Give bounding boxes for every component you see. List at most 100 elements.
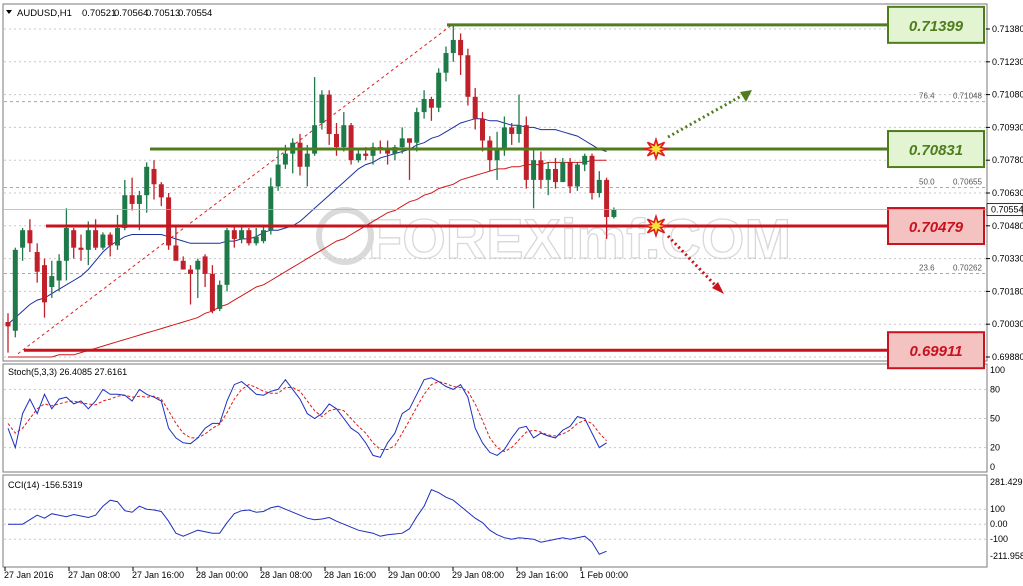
stoch-tick-label: 80 <box>990 384 1000 394</box>
candle-body <box>202 256 208 274</box>
candle-body <box>538 160 544 180</box>
candle-body <box>173 245 179 261</box>
price-tick-label: 0.71080 <box>992 90 1023 100</box>
candle-body <box>341 125 347 148</box>
candle-body <box>246 230 252 244</box>
candle-body <box>472 96 478 119</box>
candle-body <box>523 125 529 180</box>
price-tick-label: 0.70630 <box>992 188 1023 198</box>
fib-ratio-label: 50.0 <box>919 178 935 187</box>
candle-body <box>436 72 442 108</box>
candle-body <box>195 260 201 270</box>
candle-body <box>428 98 434 108</box>
candle-body <box>136 195 142 204</box>
candle-body <box>224 230 230 285</box>
price-tick-label: 0.70330 <box>992 254 1023 264</box>
candle-body <box>63 227 69 261</box>
level-label: 0.70831 <box>909 142 963 159</box>
candle <box>436 68 442 113</box>
fib-ratio-label: 23.6 <box>919 263 935 272</box>
candle-body <box>319 94 325 124</box>
candle-body <box>545 168 551 180</box>
candle-body <box>85 230 91 250</box>
candle-body <box>450 39 456 54</box>
candle-body <box>275 164 281 187</box>
candle <box>246 227 252 246</box>
cci-label: CCI(14) -156.5319 <box>8 480 83 490</box>
candle-body <box>158 184 164 198</box>
candle-body <box>34 252 40 272</box>
level-label: 0.69911 <box>909 343 962 360</box>
candle-body <box>516 125 522 134</box>
candle-body <box>71 230 77 248</box>
level-label: 0.71399 <box>909 18 964 35</box>
candle-body <box>56 260 62 281</box>
candle-body <box>582 155 588 165</box>
price-tick-label: 0.70180 <box>992 286 1023 296</box>
stoch-tick-label: 20 <box>990 443 1000 453</box>
candle-body <box>49 276 55 288</box>
candle-body <box>414 112 420 143</box>
candle-body <box>20 230 26 248</box>
candle-body <box>297 142 303 167</box>
fib-ratio-label: 76.4 <box>919 92 935 101</box>
chart[interactable]: AUDUSD,H1 0.70521 0.70564 0.70513 0.7055… <box>0 0 1023 586</box>
price-tick-label: 0.70030 <box>992 319 1023 329</box>
cci-tick-label: -100 <box>990 534 1008 544</box>
time-tick-label: 27 Jan 08:00 <box>68 570 120 580</box>
candle-body <box>501 127 507 150</box>
candle-body <box>12 249 18 331</box>
candle-body <box>531 160 537 180</box>
candle-body <box>443 53 449 73</box>
burst-icon <box>643 213 669 239</box>
stoch-label: Stoch(5,3,3) 26.4085 27.6161 <box>8 367 127 377</box>
time-tick-label: 28 Jan 00:00 <box>196 570 248 580</box>
candle-body <box>574 164 580 187</box>
candle-body <box>326 94 332 134</box>
candle-body <box>407 138 412 143</box>
candle-body <box>334 133 339 148</box>
candle <box>100 232 106 250</box>
candle <box>12 247 18 338</box>
candle-body <box>239 230 245 239</box>
header-symbol: AUDUSD,H1 <box>17 8 72 19</box>
header-close: 0.70554 <box>178 8 212 19</box>
burst-icon <box>643 136 669 162</box>
stoch-tick-label: 50 <box>990 414 1000 424</box>
time-tick-label: 27 Jan 16:00 <box>132 570 184 580</box>
header-high: 0.70564 <box>114 8 148 19</box>
watermark: FOREXimf.COM <box>316 206 792 271</box>
candle-body <box>42 265 47 303</box>
candle-body <box>188 269 193 274</box>
candle-body <box>282 153 288 165</box>
cci-tick-label: 100 <box>990 504 1005 514</box>
candle <box>166 193 172 250</box>
candle <box>348 123 354 165</box>
time-tick-label: 1 Feb 00:00 <box>580 570 628 580</box>
candle-body <box>494 149 500 161</box>
candle-body <box>355 153 361 161</box>
candle-body <box>180 260 186 270</box>
candle-body <box>348 125 354 161</box>
watermark-text: FOREXimf.COM <box>368 207 791 270</box>
candle-body <box>261 230 266 242</box>
candle-body <box>5 322 11 327</box>
candle-body <box>166 197 172 246</box>
candle-body <box>151 168 157 185</box>
candle <box>224 227 230 292</box>
candle-body <box>567 162 573 187</box>
candle-body <box>480 118 485 141</box>
candle-body <box>604 179 610 218</box>
price-tick-label: 0.71380 <box>992 24 1023 34</box>
candle-body <box>304 153 310 167</box>
candle-body <box>231 230 237 239</box>
candle-body <box>458 39 464 56</box>
candle <box>217 280 223 312</box>
cci-tick-label: -211.958 <box>990 551 1023 561</box>
candle-body <box>560 162 566 183</box>
fib-value-label: 0.71048 <box>953 92 982 101</box>
cci-tick-label: 0.00 <box>990 519 1008 529</box>
candle-body <box>93 230 99 248</box>
price-tick-label: 0.71230 <box>992 57 1023 67</box>
candle-body <box>209 273 215 312</box>
